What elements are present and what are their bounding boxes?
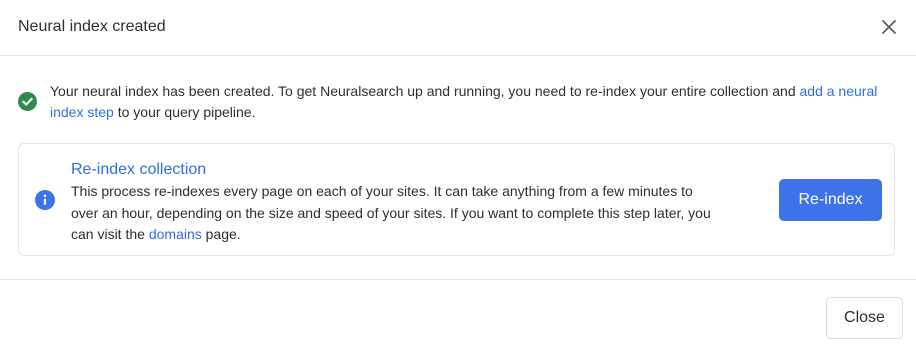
reindex-text-end: page.: [201, 226, 241, 242]
reindex-card-description: This process re-indexes every page on ea…: [71, 181, 721, 246]
dialog-body: Your neural index has been created. To g…: [0, 56, 916, 280]
reindex-card-title: Re-index collection: [71, 161, 207, 178]
domains-link[interactable]: domains: [149, 226, 202, 242]
reindex-button[interactable]: Re-index: [779, 179, 882, 221]
close-button[interactable]: Close: [826, 297, 903, 339]
close-icon[interactable]: [878, 16, 900, 38]
check-circle-icon: [18, 92, 37, 111]
close-icon-glyph: [882, 20, 896, 34]
success-message: Your neural index has been created. To g…: [50, 81, 890, 123]
neural-index-created-dialog: Neural index created Your neural index h…: [0, 0, 916, 350]
reindex-card: Re-index collection This process re-inde…: [18, 143, 895, 256]
success-text-end: to your query pipeline.: [113, 104, 256, 120]
success-text-start: Your neural index has been created. To g…: [50, 83, 800, 99]
info-circle-icon: [35, 190, 55, 210]
dialog-title: Neural index created: [18, 18, 166, 35]
dialog-header: Neural index created: [0, 0, 916, 56]
